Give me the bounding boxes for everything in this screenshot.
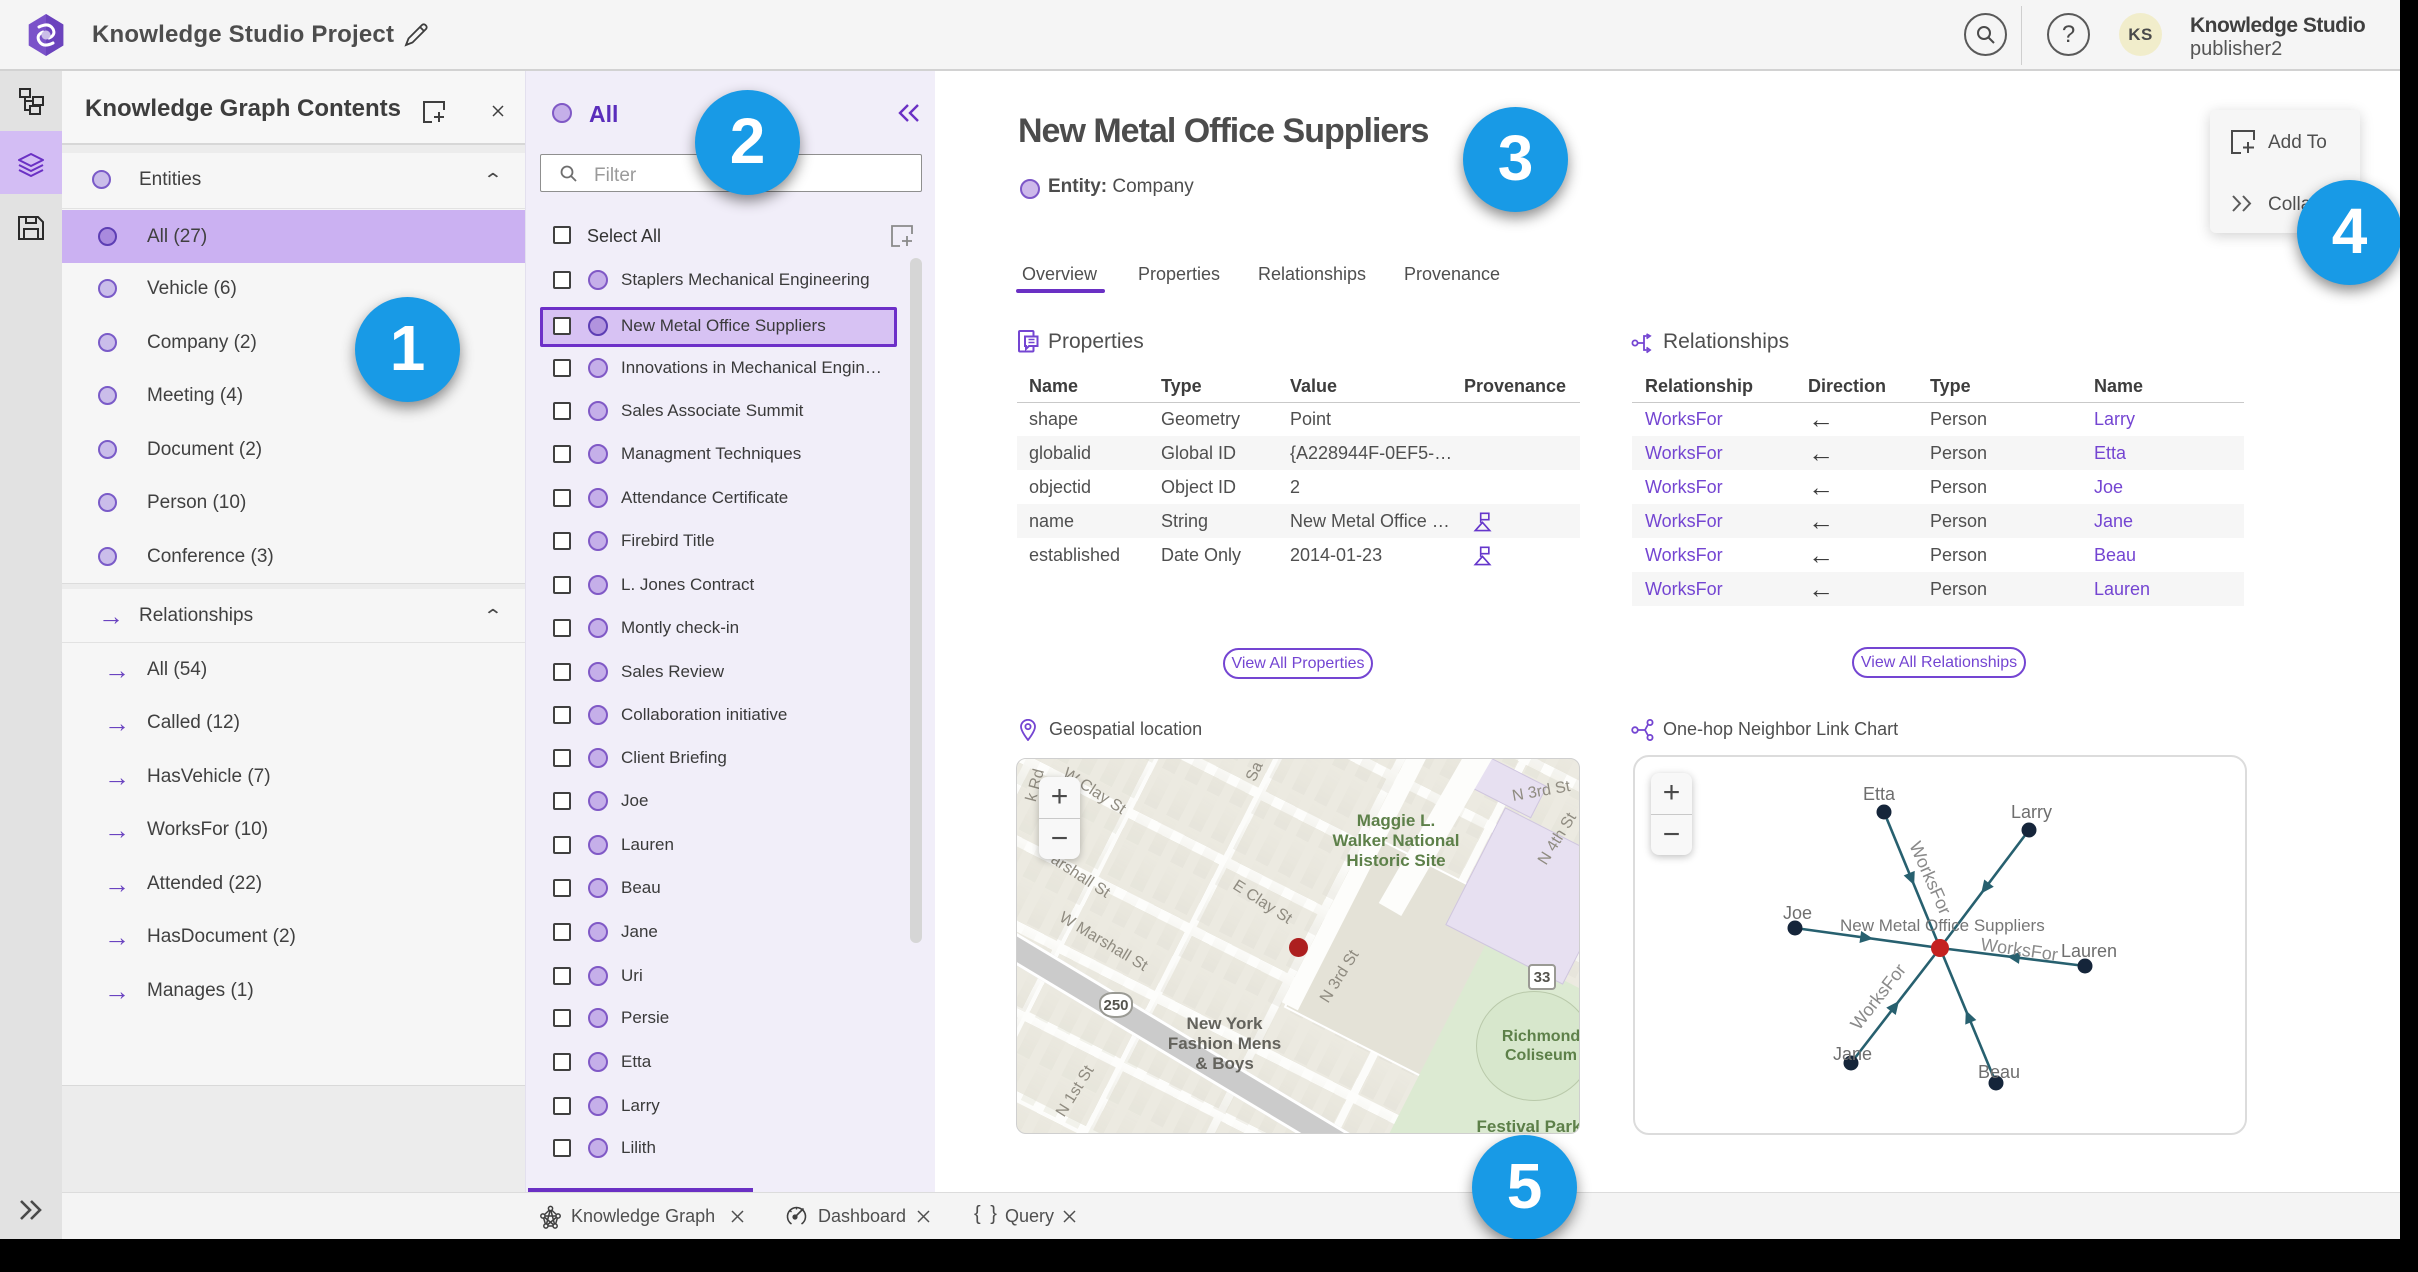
svg-text:Lauren: Lauren <box>2061 941 2117 961</box>
svg-text:New Metal Office Suppliers: New Metal Office Suppliers <box>1840 916 2045 935</box>
svg-text:Joe: Joe <box>1783 903 1812 923</box>
svg-text:Jane: Jane <box>1833 1044 1872 1064</box>
svg-text:Beau: Beau <box>1978 1062 2020 1082</box>
svg-text:Larry: Larry <box>2011 802 2052 822</box>
svg-text:WorksFor: WorksFor <box>1846 960 1910 1034</box>
svg-text:Etta: Etta <box>1863 784 1896 804</box>
